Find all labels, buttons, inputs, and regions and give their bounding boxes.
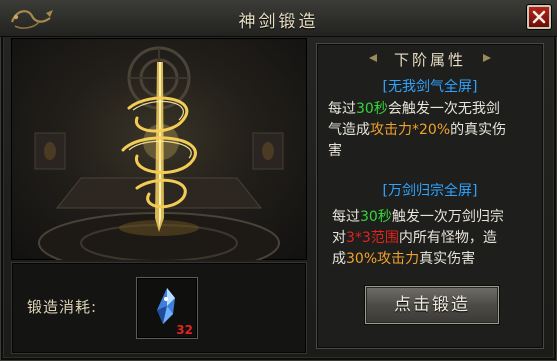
crystal-shard-icon	[157, 288, 175, 324]
arrow-right-icon	[483, 54, 491, 62]
window-title: 神剑锻造	[238, 12, 319, 32]
skill2-range: 3*3范围	[346, 230, 399, 246]
skill2-damage: 30%攻击力	[346, 251, 420, 267]
skill1-text-a: 每过	[328, 101, 356, 117]
skill2-text-a: 每过	[332, 209, 360, 225]
sword-artwork	[34, 46, 284, 260]
skill2-text-e: 成	[332, 251, 346, 267]
skill1-text-b: 会触发一次无我剑	[387, 101, 500, 117]
forge-button[interactable]: 点击锻造	[364, 285, 500, 325]
skill1-damage: 攻击力*20%	[370, 122, 451, 138]
cost-item-slot[interactable]: 32	[136, 277, 198, 339]
panel-heading: 下阶属性	[369, 47, 491, 69]
skill2-description: 每过30秒触发一次万剑归宗 对3*3范围内所有怪物，造 成30%攻击力真实伤害	[332, 207, 504, 270]
cost-panel: 锻造消耗: 32	[11, 262, 307, 354]
skill1-name: [无我剑气全屏]	[382, 79, 478, 95]
skill2-name: [万剑归宗全屏]	[382, 183, 478, 199]
skill2-text-b: 触发一次万剑归宗	[391, 209, 504, 225]
skill2-text-d: 内所有怪物，造	[398, 230, 497, 246]
close-button[interactable]	[527, 5, 551, 29]
panel-heading-label: 下阶属性	[393, 51, 466, 69]
title-bar[interactable]: 神剑锻造	[0, 0, 557, 37]
sword-preview-art	[11, 38, 307, 260]
skill1-text-e: 害	[328, 143, 342, 159]
skill1-text-d: 的真实伤	[450, 122, 507, 138]
cost-label: 锻造消耗:	[27, 298, 98, 316]
skill1-text-c: 气造成	[328, 122, 370, 138]
skill2-text-f: 真实伤害	[419, 251, 476, 267]
skill2-text-c: 对	[332, 230, 346, 246]
skill1-time: 30秒	[356, 101, 388, 117]
item-quantity: 32	[176, 323, 193, 337]
forge-window: 神剑锻造 锻造消耗: 32 下阶属性 [无我剑气全屏] 每过30秒会触发一次无我…	[0, 0, 557, 361]
close-icon	[532, 10, 546, 24]
skill2-time: 30秒	[360, 209, 392, 225]
skill1-description: 每过30秒会触发一次无我剑 气造成攻击力*20%的真实伤 害	[328, 99, 506, 162]
